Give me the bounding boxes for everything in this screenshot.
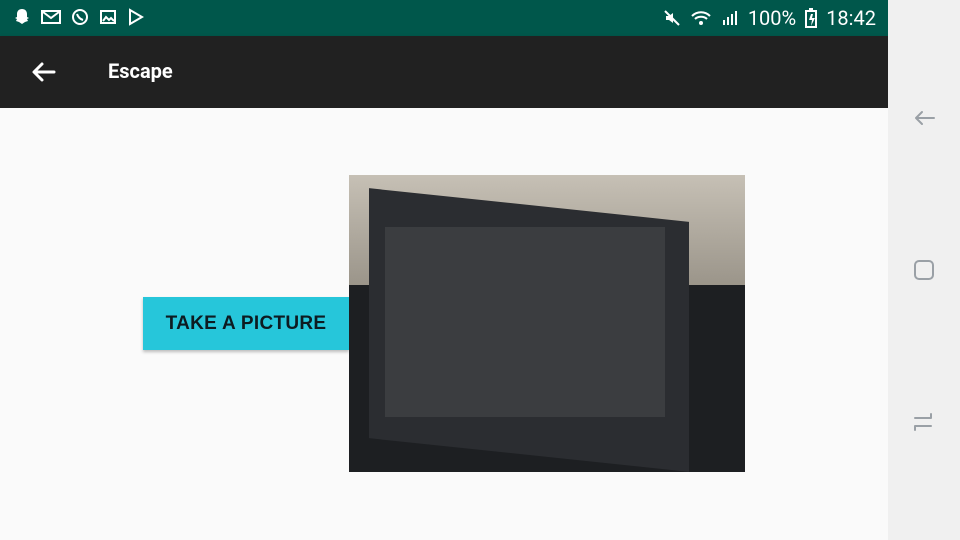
- notification-icons: [12, 7, 146, 27]
- signal-icon: [720, 8, 740, 28]
- take-picture-button[interactable]: TAKE A PICTURE: [143, 297, 349, 350]
- arrow-left-icon: [32, 62, 56, 82]
- status-right: 100% 18:42: [662, 6, 876, 30]
- app-bar: Escape: [0, 36, 888, 108]
- page-title: Escape: [108, 59, 173, 83]
- captured-photo: [349, 175, 745, 472]
- image-icon: [98, 7, 118, 27]
- battery-percent: 100%: [747, 6, 797, 30]
- photo-screen-content: [385, 227, 665, 417]
- wifi-icon: [690, 8, 712, 28]
- nav-back-icon[interactable]: [910, 104, 938, 132]
- nav-home-icon[interactable]: [910, 256, 938, 284]
- whatsapp-icon: [70, 7, 90, 27]
- system-navigation-bar: [888, 0, 960, 540]
- battery-icon: [804, 7, 818, 29]
- back-button[interactable]: [28, 56, 60, 88]
- play-store-icon: [126, 7, 146, 27]
- gmail-icon: [40, 7, 62, 27]
- nav-recents-icon[interactable]: [910, 408, 938, 436]
- mute-icon: [662, 8, 682, 28]
- clock: 18:42: [826, 6, 876, 30]
- status-bar: 100% 18:42: [0, 0, 888, 36]
- snapchat-icon: [12, 7, 32, 27]
